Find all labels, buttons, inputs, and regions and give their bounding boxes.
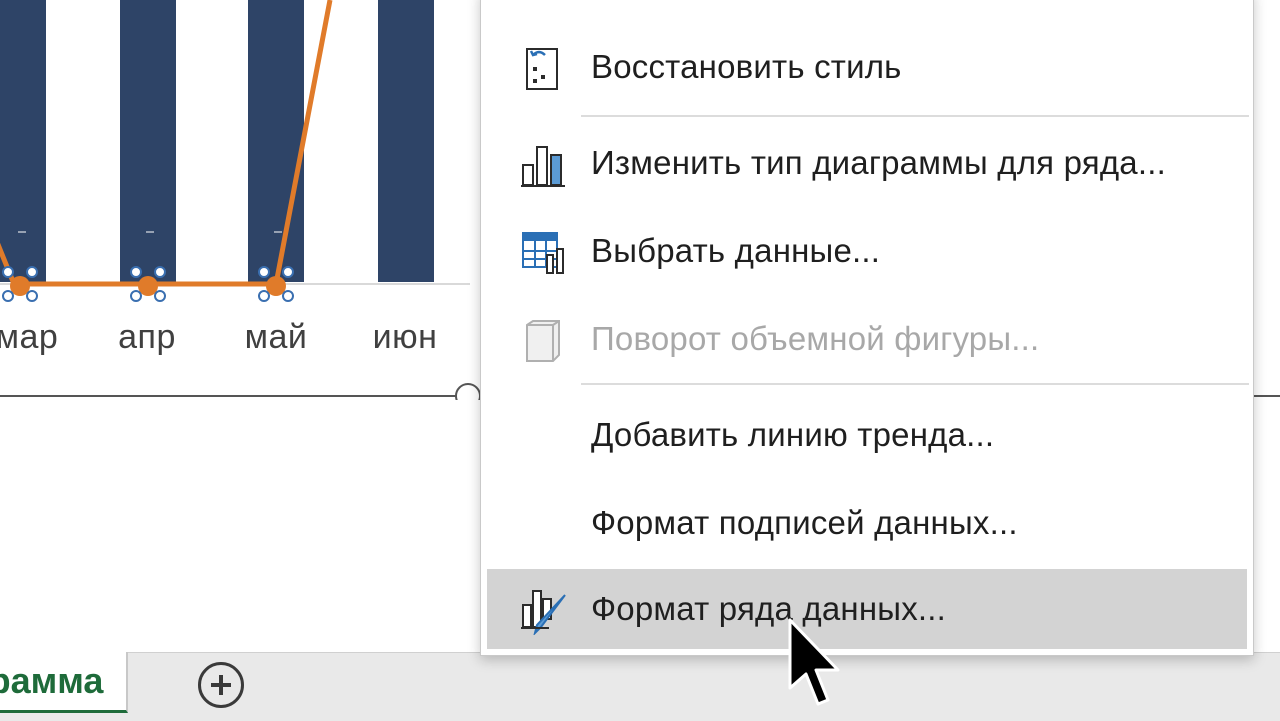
add-sheet-button[interactable] [198,662,244,708]
x-tick-label: апр [118,318,176,356]
menu-item-reset-style[interactable]: Восстановить стиль [487,27,1247,107]
chart-resize-handle[interactable] [455,383,481,400]
bar-apr[interactable] [248,0,304,282]
menu-item-label: Выбрать данные... [591,232,881,269]
select-data-icon [522,232,564,274]
menu-item-label: Формат ряда данных... [591,590,947,627]
menu-item-label: Изменить тип диаграммы для ряда... [591,144,1166,181]
sheet-tab-active[interactable]: рамма [0,652,128,713]
menu-separator [581,383,1249,385]
x-tick-label: май [244,318,308,356]
bar-feb[interactable] [0,0,46,282]
3d-rotation-icon [526,320,560,362]
menu-item-format-data-series[interactable]: Формат ряда данных... [487,569,1247,649]
menu-item-label: Восстановить стиль [591,48,902,85]
sheet-tab-bar [0,652,1280,721]
menu-item-label: Добавить линию тренда... [591,416,995,453]
mouse-pointer-icon [788,618,840,706]
reset-style-icon [526,48,558,90]
menu-item-select-data[interactable]: Выбрать данные... [487,211,1247,291]
menu-separator [581,115,1249,117]
x-tick-label: мар [0,318,59,356]
change-chart-type-icon [521,146,565,187]
menu-item-label: Поворот объемной фигуры... [591,320,1040,357]
x-tick-label: июн [372,318,438,356]
format-series-icon [521,590,566,635]
bar-mar[interactable] [120,0,176,282]
menu-item-3d-rotation: Поворот объемной фигуры... [487,299,1247,379]
menu-item-add-trendline[interactable]: Добавить линию тренда... [487,395,1247,475]
bar-jun[interactable] [378,0,434,282]
menu-item-format-data-labels[interactable]: Формат подписей данных... [487,483,1247,563]
sheet-tab-label: рамма [0,660,104,701]
menu-item-label: Формат подписей данных... [591,504,1018,541]
context-menu: Восстановить стиль Изменить тип диаграмм… [480,0,1254,656]
menu-item-change-chart-type[interactable]: Изменить тип диаграммы для ряда... [487,123,1247,203]
